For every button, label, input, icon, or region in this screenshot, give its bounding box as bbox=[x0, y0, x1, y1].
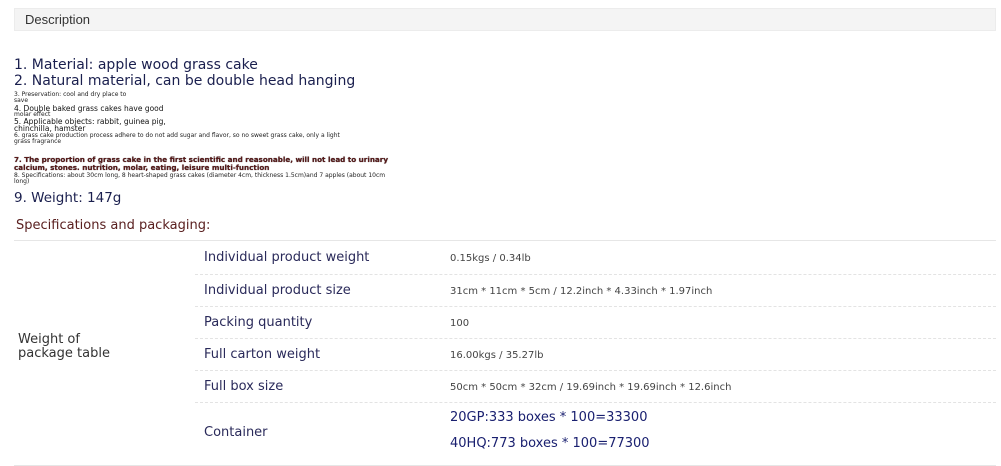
feature-line-8a: 8. Specifications: about 30cm long, 8 he… bbox=[14, 172, 386, 179]
feature-line-8b: long) bbox=[14, 178, 30, 185]
feature-line-7b: calcium, stones. nutrition, molar, eatin… bbox=[14, 163, 270, 172]
table-row: Packing quantity 100 bbox=[195, 306, 996, 339]
feature-line-1: 1. Material: apple wood grass cake bbox=[14, 57, 258, 73]
description-tab[interactable]: Description bbox=[14, 8, 996, 31]
row-label: Packing quantity bbox=[204, 315, 313, 330]
row-value: 100 bbox=[450, 318, 470, 329]
row-label: Container bbox=[204, 425, 268, 440]
feature-line-2: 2. Natural material, can be double head … bbox=[14, 73, 356, 89]
feature-line-3a: 3. Preservation: cool and dry place to bbox=[14, 91, 127, 98]
row-label: Individual product size bbox=[204, 283, 351, 298]
row-label: Individual product weight bbox=[204, 250, 370, 265]
row-label: Full carton weight bbox=[204, 347, 321, 362]
feature-line-6b: grass fragrance bbox=[14, 138, 62, 145]
row-value: 31cm * 11cm * 5cm / 12.2inch * 4.33inch … bbox=[450, 286, 713, 297]
row-value: 20GP:333 boxes * 100=33300 bbox=[450, 410, 648, 425]
row-value: 50cm * 50cm * 32cm / 19.69inch * 19.69in… bbox=[450, 382, 732, 393]
package-table: Weight of package table Individual produ… bbox=[14, 240, 996, 466]
row-label: Full box size bbox=[204, 379, 284, 394]
row-value: 40HQ:773 boxes * 100=77300 bbox=[450, 436, 650, 451]
table-row: Container 20GP:333 boxes * 100=33300 40H… bbox=[195, 402, 996, 465]
table-row: Full box size 50cm * 50cm * 32cm / 19.69… bbox=[195, 370, 996, 403]
feature-line-6a: 6. grass cake production process adhere … bbox=[14, 132, 340, 139]
description-tab-label: Description bbox=[25, 12, 91, 27]
row-value: 0.15kgs / 0.34lb bbox=[450, 253, 531, 264]
table-row: Individual product size 31cm * 11cm * 5c… bbox=[195, 274, 996, 307]
table-row: Individual product weight 0.15kgs / 0.34… bbox=[195, 241, 996, 275]
table-row: Full carton weight 16.00kgs / 35.27lb bbox=[195, 338, 996, 371]
specs-heading: Specifications and packaging: bbox=[16, 218, 211, 233]
group-label: Weight of package table bbox=[18, 332, 110, 361]
row-value: 16.00kgs / 35.27lb bbox=[450, 350, 544, 361]
feature-line-9: 9. Weight: 147g bbox=[14, 190, 122, 206]
feature-line-5b: chinchilla, hamster bbox=[14, 124, 86, 133]
